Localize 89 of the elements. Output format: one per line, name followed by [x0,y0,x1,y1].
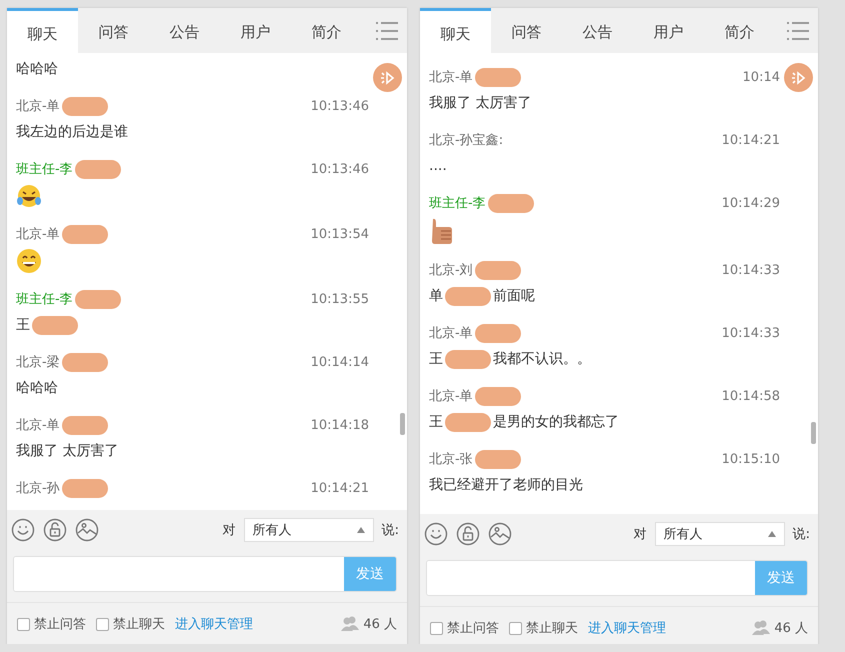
message-time: 10:13:46 [310,162,369,176]
message-text: 哈哈哈 [16,60,58,78]
caret-icon [768,531,776,537]
redaction-mark [445,412,491,432]
tab[interactable]: 聊天 [7,8,78,53]
smiley-icon [11,518,35,542]
message-time: 10:14:33 [722,262,780,278]
checkbox[interactable] [96,618,109,630]
message-text: .... [429,158,447,174]
message-text: 我服了 太厉害了 [429,94,532,112]
say-label: 说: [792,526,810,543]
image-icon [75,518,99,542]
sender-name: 北京-单 [429,325,473,342]
recipient-value: 所有人 [252,522,292,539]
tab[interactable]: 聊天 [420,8,491,53]
message-time: 10:14:29 [722,196,780,210]
lock-icon [43,518,67,542]
menu-icon [786,20,810,40]
smiley-icon [424,522,448,546]
message-time: 10:14:33 [722,326,780,340]
say-label: 说: [382,522,399,539]
menu-icon [375,20,399,40]
to-label: 对 [634,526,647,543]
checkbox[interactable] [17,618,30,630]
sender-name: 班主任-李 [16,161,73,178]
online-count: 46 人 [363,616,397,633]
message-text: 我左边的后边是谁 [16,123,128,141]
message-text: 我已经避开了老师的目光 [429,476,583,494]
recipient-select[interactable]: 所有人 [244,518,374,542]
sender-name: 北京-孙宝鑫: [429,132,504,149]
emoji-button[interactable] [424,522,448,546]
message-time: 10:14:21 [722,132,780,148]
sender-name: 北京-单 [16,98,60,115]
lock-button[interactable] [43,518,67,542]
sender-name: 北京-刘 [429,262,473,279]
redaction-mark [445,350,491,368]
lock-icon [456,522,480,546]
message-time: 10:14 [742,70,780,84]
message-text: 单 [429,287,443,305]
online-count: 46 人 [774,620,808,637]
message-text: 我服了 太厉害了 [16,442,118,460]
checkbox-label: 禁止聊天 [526,620,578,637]
message-text: 王 [16,316,30,334]
sender-name: 北京-梁 [16,354,60,371]
message-text: 王 [429,350,443,368]
grinning-emoji [16,248,42,274]
checkbox[interactable] [509,622,522,634]
sender-name: 北京-单 [429,388,473,405]
checkbox[interactable] [430,622,443,634]
image-button[interactable] [75,518,99,542]
image-button[interactable] [488,522,512,546]
sender-name: 北京-张 [429,451,473,468]
message-text: 是男的女的我都忘了 [493,413,619,431]
redaction-mark [32,316,78,334]
caret-icon [356,527,365,533]
to-label: 对 [222,522,236,539]
image-icon [488,522,512,546]
sender-name: 班主任-李 [429,195,486,212]
lock-button[interactable] [456,522,480,546]
users-icon [341,616,360,632]
message-time: 10:13:46 [310,98,369,114]
message-time: 10:13:55 [310,292,369,306]
recipient-select[interactable]: 所有人 [654,522,785,546]
message-text: 哈哈哈 [16,379,58,397]
message-text: 王 [429,413,443,431]
message-time: 10:15:10 [722,452,780,466]
message-time: 10:13:54 [310,226,369,242]
sender-name: 北京-单 [16,226,60,243]
message-time: 10:14:14 [310,354,369,370]
thumbs-up-emoji [429,217,453,245]
sender-name: 班主任-李 [16,291,73,308]
message-time: 10:14:18 [310,418,369,432]
users-icon [752,620,770,636]
laughing-tears-emoji [16,183,42,209]
message-text: 我都不认识。。 [493,350,591,368]
sender-name: 北京-单 [16,417,60,434]
message-time: 10:14:58 [722,388,780,404]
sender-name: 北京-孙 [16,480,60,497]
emoji-button[interactable] [11,518,35,542]
checkbox-label: 禁止聊天 [113,616,165,633]
redaction-mark [445,286,491,306]
scrollbar[interactable] [400,413,405,435]
checkbox-label: 禁止问答 [34,616,86,633]
message-text: 前面呢 [493,287,535,305]
recipient-value: 所有人 [664,526,703,543]
scrollbar[interactable] [811,422,816,444]
checkbox-label: 禁止问答 [447,620,499,637]
sender-name: 北京-单 [429,69,473,86]
message-time: 10:14:21 [310,480,369,496]
